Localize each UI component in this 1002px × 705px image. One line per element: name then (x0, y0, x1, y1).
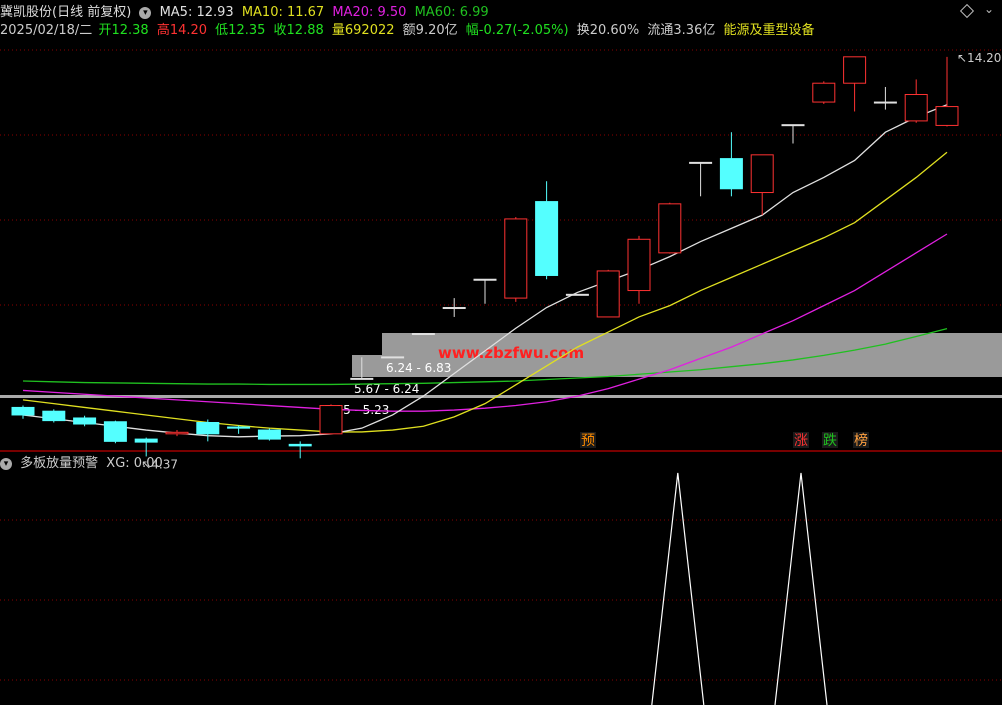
price-zones: 6.24 - 6.835.67 - 6.245.15 - 5.23www.zbz… (0, 333, 1002, 417)
candle-body (442, 307, 466, 310)
candle-body (42, 410, 66, 422)
candle-body (812, 82, 836, 103)
candle-body (658, 203, 682, 254)
indicator-name[interactable]: 多板放量预警 (20, 456, 98, 471)
candle-body (411, 333, 435, 336)
candle-body (381, 356, 405, 359)
candle-body (227, 426, 251, 429)
candle-body (165, 431, 189, 435)
price-zone-bar (0, 395, 1002, 398)
candle-body (288, 443, 312, 447)
tag-label: 预 (581, 433, 595, 449)
candle-body (904, 94, 928, 122)
candle-body (843, 56, 867, 84)
tag-label: 榜 (854, 432, 868, 449)
indicator-settings-icon[interactable]: ▾ (0, 457, 12, 470)
candle-body (504, 218, 528, 299)
candle-body (719, 158, 743, 190)
candle-body (319, 405, 343, 435)
high-price-marker: ↖14.20 (957, 51, 1001, 65)
candle-body (134, 438, 158, 443)
tag-label: 跌 (823, 433, 837, 449)
watermark-text: www.zbzfwu.com (438, 344, 584, 362)
moving-average-lines (22, 104, 948, 438)
candle-body (473, 278, 497, 281)
candle-body (873, 101, 897, 104)
candle-body (350, 377, 374, 380)
tag-label: 涨 (794, 433, 808, 449)
ma5-line (22, 104, 948, 438)
signal-spike (774, 472, 828, 705)
candle-body (781, 124, 805, 127)
candle-body (73, 417, 97, 425)
ma20-line (22, 233, 948, 412)
candle-body (689, 161, 713, 164)
candle-body (935, 106, 959, 126)
price-zone-label: 6.24 - 6.83 (386, 361, 451, 375)
chart-markers: ↖14.20↖4.37预涨跌榜 (141, 51, 1001, 472)
indicator-value: XG: 0.00 (106, 456, 163, 471)
candle-body (596, 270, 620, 318)
indicator-header: ▾ 多板放量预警 XG: 0.00 (0, 452, 167, 471)
candle-body (196, 422, 220, 435)
candle-body (535, 201, 559, 276)
indicator-plot (651, 472, 828, 705)
candle-body (565, 293, 589, 296)
candle-body (257, 429, 281, 440)
candle-body (103, 421, 127, 442)
candle-body (11, 406, 35, 416)
candle-body (627, 238, 651, 292)
signal-spike (651, 472, 705, 705)
candle-body (750, 154, 774, 194)
kline-chart[interactable]: 6.24 - 6.835.67 - 6.245.15 - 5.23www.zbz… (0, 0, 1002, 705)
